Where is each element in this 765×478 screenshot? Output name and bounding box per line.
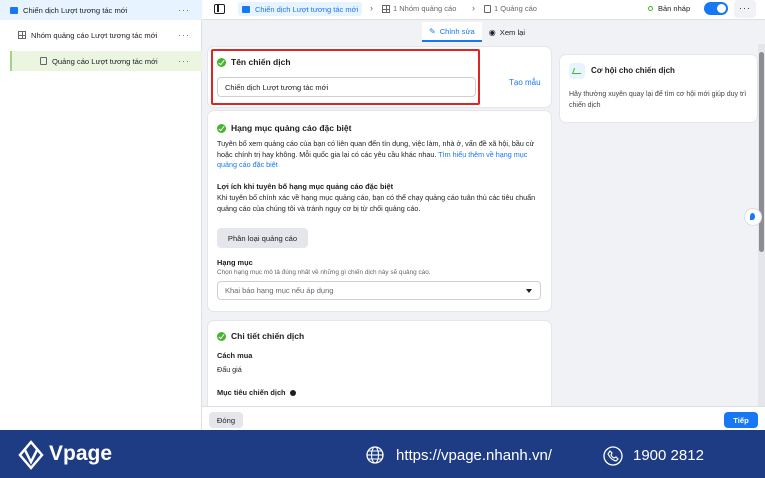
- grid-icon: [382, 4, 390, 13]
- view-tabs: ✎ Chỉnh sửa ◉ Xem lại: [422, 22, 532, 42]
- tab-review[interactable]: ◉ Xem lại: [482, 22, 532, 42]
- breadcrumb-adset[interactable]: 1 Nhóm quảng cáo: [382, 4, 456, 13]
- benefit-text: Khi tuyên bố chính xác về hạng mục quảng…: [217, 193, 536, 213]
- next-button[interactable]: Tiếp: [724, 412, 758, 428]
- eye-icon: ◉: [488, 27, 496, 37]
- doc-icon: [484, 4, 491, 13]
- footer-bar: Đóng Tiếp: [202, 406, 765, 430]
- grid-icon: [18, 31, 26, 39]
- opportunity-title: Cơ hội cho chiến dịch: [591, 66, 675, 75]
- tab-edit[interactable]: ✎ Chỉnh sửa: [422, 22, 482, 42]
- doc-icon: [40, 57, 47, 65]
- check-icon: [217, 57, 226, 67]
- publish-toggle[interactable]: [704, 2, 728, 15]
- category-select[interactable]: Khai báo hạng mục nếu áp dụng: [217, 281, 541, 300]
- more-icon[interactable]: ···: [178, 56, 190, 66]
- special-category-description: Tuyên bố xem quảng cáo của bạn có liên q…: [217, 139, 543, 171]
- status-badge: Bản nháp: [648, 4, 690, 13]
- sidebar-item-ad[interactable]: Quảng cáo Lượt tương tác mới ···: [10, 51, 202, 71]
- tab-label: Xem lại: [499, 27, 526, 37]
- vpage-logo-icon: [18, 440, 44, 470]
- sidebar-item-label: Chiến dịch Lượt tương tác mới: [23, 5, 128, 15]
- campaign-details-title: Chi tiết chiến dịch: [217, 331, 304, 341]
- check-icon: [217, 331, 226, 341]
- create-template-link[interactable]: Tạo mẫu: [509, 78, 541, 87]
- special-category-title: Hạng mục quảng cáo đặc biệt: [217, 123, 351, 133]
- top-bar: Chiến dịch Lượt tương tác mới › 1 Nhóm q…: [202, 0, 765, 20]
- brand-banner: Vpage https://vpage.nhanh.vn/ 1900 2812: [0, 430, 765, 478]
- more-icon[interactable]: ···: [178, 5, 190, 15]
- breadcrumb-label: 1 Quảng cáo: [494, 4, 537, 13]
- scrollbar-thumb[interactable]: [759, 52, 764, 252]
- opportunity-text: Hãy thường xuyên quay lại để tìm cơ hội …: [569, 91, 747, 109]
- globe-icon: [366, 446, 384, 464]
- panel-toggle-icon[interactable]: [214, 4, 225, 14]
- classify-ad-button[interactable]: Phân loại quảng cáo: [217, 228, 308, 248]
- status-label: Bản nháp: [658, 4, 691, 13]
- tab-label: Chỉnh sửa: [439, 26, 475, 36]
- assistant-float-button[interactable]: [745, 209, 761, 225]
- pencil-icon: ✎: [429, 26, 436, 36]
- breadcrumb-label: 1 Nhóm quảng cáo: [393, 4, 457, 13]
- select-placeholder: Khai báo hạng mục nếu áp dụng: [225, 286, 334, 295]
- category-hint: Chọn hạng mục mô tả đúng nhất về những g…: [217, 269, 431, 276]
- sidebar: Chiến dịch Lượt tương tác mới ··· Nhóm q…: [0, 0, 202, 430]
- chevron-right-icon: ›: [370, 3, 373, 13]
- sidebar-item-adset[interactable]: Nhóm quảng cáo Lượt tương tác mới ···: [0, 25, 202, 45]
- breadcrumb-campaign[interactable]: Chiến dịch Lượt tương tác mới: [238, 2, 363, 16]
- folder-icon: [242, 5, 250, 13]
- brand-name: Vpage: [49, 442, 113, 465]
- scrollbar[interactable]: [758, 44, 765, 406]
- sidebar-item-campaign[interactable]: Chiến dịch Lượt tương tác mới ···: [0, 0, 202, 20]
- buying-type-value: Đấu giá: [217, 365, 242, 374]
- more-options-button[interactable]: ···: [734, 0, 756, 18]
- close-button[interactable]: Đóng: [209, 412, 243, 428]
- breadcrumb-label: Chiến dịch Lượt tương tác mới: [255, 4, 359, 14]
- chevron-right-icon: ›: [472, 3, 475, 13]
- trend-chart-icon: [569, 63, 585, 79]
- check-icon: [217, 123, 226, 133]
- breadcrumb-ad[interactable]: 1 Quảng cáo: [484, 4, 537, 13]
- category-label: Hạng mục: [217, 258, 253, 267]
- sidebar-item-label: Quảng cáo Lượt tương tác mới: [52, 56, 158, 66]
- caret-down-icon: [526, 289, 532, 293]
- campaign-name-title: Tên chiến dịch: [217, 57, 291, 67]
- benefit-title: Lợi ích khi tuyên bố hạng mục quảng cáo …: [217, 182, 394, 191]
- buying-type-label: Cách mua: [217, 351, 253, 360]
- draft-status-icon: [648, 6, 653, 11]
- info-icon[interactable]: [289, 390, 296, 397]
- section-title: Chi tiết chiến dịch: [231, 331, 305, 341]
- more-icon[interactable]: ···: [178, 30, 190, 40]
- campaign-name-input[interactable]: Chiến dịch Lượt tương tác mới: [217, 77, 476, 97]
- objective-label-text: Mục tiêu chiến dịch: [217, 388, 286, 397]
- phone-icon: [603, 446, 623, 466]
- objective-label: Mục tiêu chiến dịch: [217, 388, 296, 399]
- section-title: Tên chiến dịch: [231, 57, 291, 67]
- website-url[interactable]: https://vpage.nhanh.vn/: [396, 447, 552, 464]
- sidebar-item-label: Nhóm quảng cáo Lượt tương tác mới: [31, 30, 158, 40]
- hotline-number[interactable]: 1900 2812: [633, 447, 704, 464]
- folder-icon: [10, 6, 18, 14]
- section-title: Hạng mục quảng cáo đặc biệt: [231, 123, 352, 133]
